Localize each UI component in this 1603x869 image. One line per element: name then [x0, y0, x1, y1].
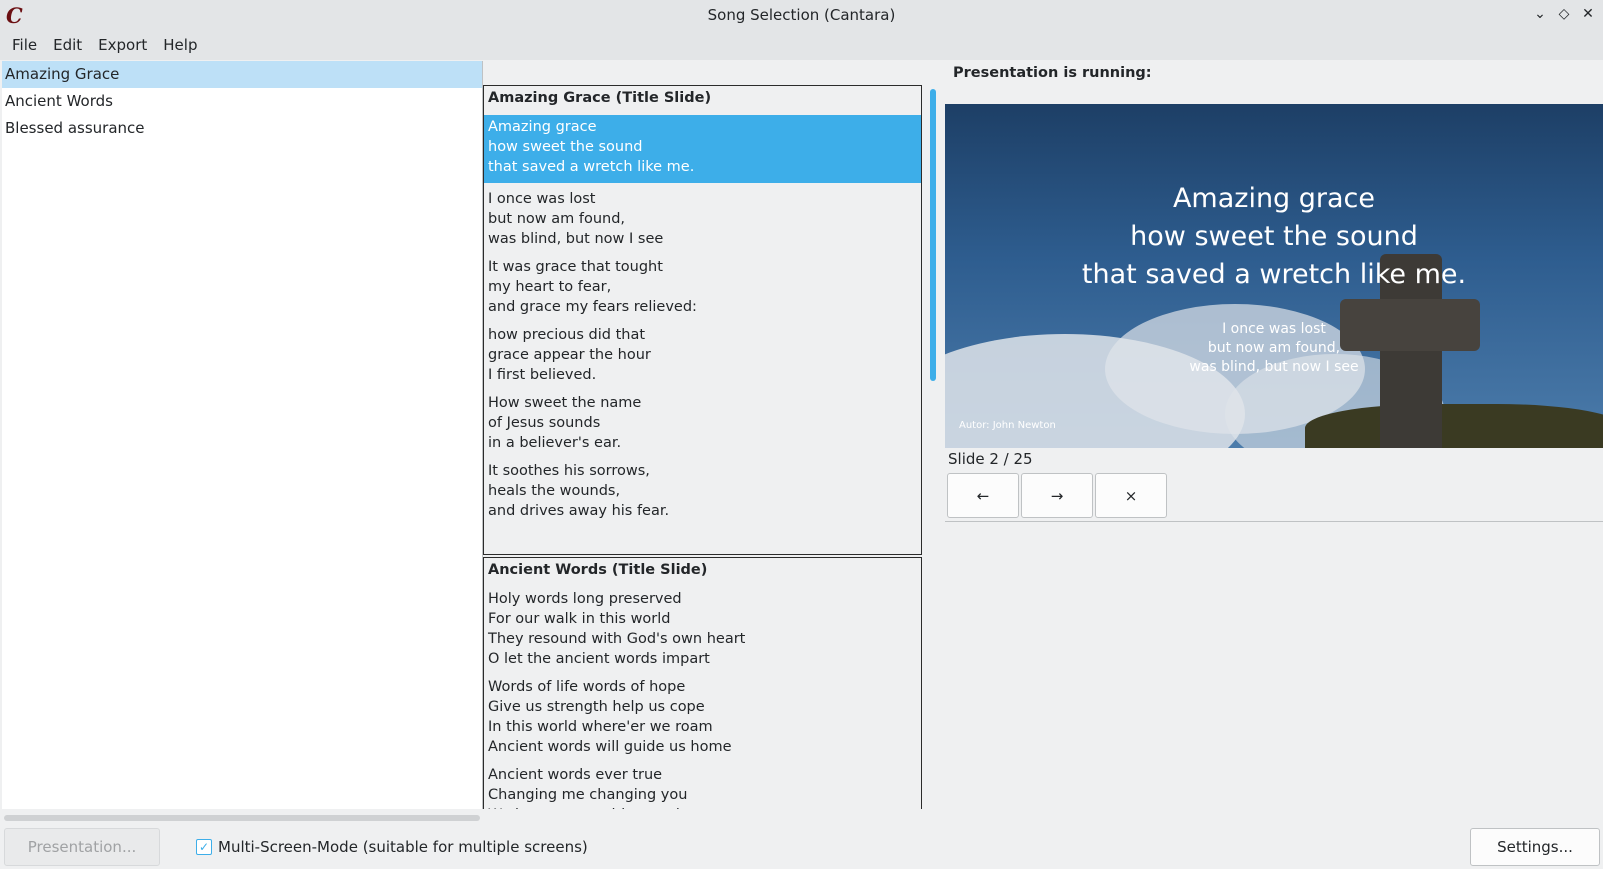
- menu-edit[interactable]: Edit: [45, 36, 90, 54]
- cantara-logo-icon: C: [6, 3, 23, 28]
- window-controls: ⌄ ◇ ✕: [1533, 4, 1595, 24]
- next-slide-button[interactable]: →: [1021, 473, 1093, 518]
- slide-counter: Slide 2 / 25: [948, 450, 1033, 468]
- song-item-blessed-assurance[interactable]: Blessed assurance: [2, 115, 482, 142]
- window-title: Song Selection (Cantara): [707, 6, 896, 24]
- settings-button[interactable]: Settings...: [1470, 828, 1600, 866]
- preview-author: Autor: John Newton: [959, 420, 1056, 431]
- slide-item[interactable]: Words of life words of hope Give us stre…: [484, 675, 921, 763]
- song-block-title[interactable]: Amazing Grace (Title Slide): [484, 86, 921, 115]
- song-block-ancient-words: Ancient Words (Title Slide) Holy words l…: [483, 557, 922, 809]
- maximize-icon[interactable]: ◇: [1557, 4, 1571, 24]
- presentation-running-label: Presentation is running:: [953, 65, 1152, 81]
- presentation-button[interactable]: Presentation...: [4, 828, 160, 866]
- slide-item[interactable]: It soothes his sorrows, heals the wounds…: [484, 459, 921, 527]
- slides-panel: Amazing Grace (Title Slide) Amazing grac…: [483, 85, 922, 809]
- presentation-nav-bar: ← → ×: [945, 470, 1603, 522]
- song-item-ancient-words[interactable]: Ancient Words: [2, 88, 482, 115]
- background-grass: [1305, 404, 1603, 448]
- menu-bar: File Edit Export Help: [0, 30, 1603, 60]
- slide-item[interactable]: Ancient words ever true Changing me chan…: [484, 763, 921, 809]
- close-icon[interactable]: ✕: [1581, 4, 1595, 24]
- menu-export[interactable]: Export: [90, 36, 155, 54]
- title-bar: C Song Selection (Cantara) ⌄ ◇ ✕: [0, 0, 1603, 30]
- multi-screen-mode-toggle[interactable]: ✓ Multi-Screen-Mode (suitable for multip…: [196, 838, 588, 856]
- presentation-preview: Amazing grace how sweet the sound that s…: [945, 104, 1603, 448]
- song-item-amazing-grace[interactable]: Amazing Grace: [2, 61, 482, 88]
- song-list-horizontal-scrollbar[interactable]: [4, 815, 480, 821]
- slides-vertical-scrollbar[interactable]: [930, 89, 936, 381]
- slide-item[interactable]: how precious did that grace appear the h…: [484, 323, 921, 391]
- preview-main-text: Amazing grace how sweet the sound that s…: [1081, 183, 1467, 290]
- slide-item[interactable]: I once was lost but now am found, was bl…: [484, 183, 921, 255]
- preview-next-text: I once was lost but now am found, was bl…: [1189, 321, 1359, 375]
- song-list: Amazing Grace Ancient Words Blessed assu…: [2, 61, 483, 809]
- slide-item[interactable]: How sweet the name of Jesus sounds in a …: [484, 391, 921, 459]
- menu-file[interactable]: File: [4, 36, 45, 54]
- slide-item[interactable]: It was grace that tought my heart to fea…: [484, 255, 921, 323]
- menu-help[interactable]: Help: [155, 36, 205, 54]
- song-block-title[interactable]: Ancient Words (Title Slide): [484, 558, 921, 587]
- multi-screen-checkbox[interactable]: ✓: [196, 839, 212, 855]
- slide-item[interactable]: Amazing grace how sweet the sound that s…: [484, 115, 921, 183]
- close-presentation-button[interactable]: ×: [1095, 473, 1167, 518]
- song-block-amazing-grace: Amazing Grace (Title Slide) Amazing grac…: [483, 85, 922, 555]
- previous-slide-button[interactable]: ←: [947, 473, 1019, 518]
- slide-item[interactable]: Holy words long preserved For our walk i…: [484, 587, 921, 675]
- minimize-icon[interactable]: ⌄: [1533, 4, 1547, 24]
- multi-screen-label: Multi-Screen-Mode (suitable for multiple…: [218, 838, 588, 856]
